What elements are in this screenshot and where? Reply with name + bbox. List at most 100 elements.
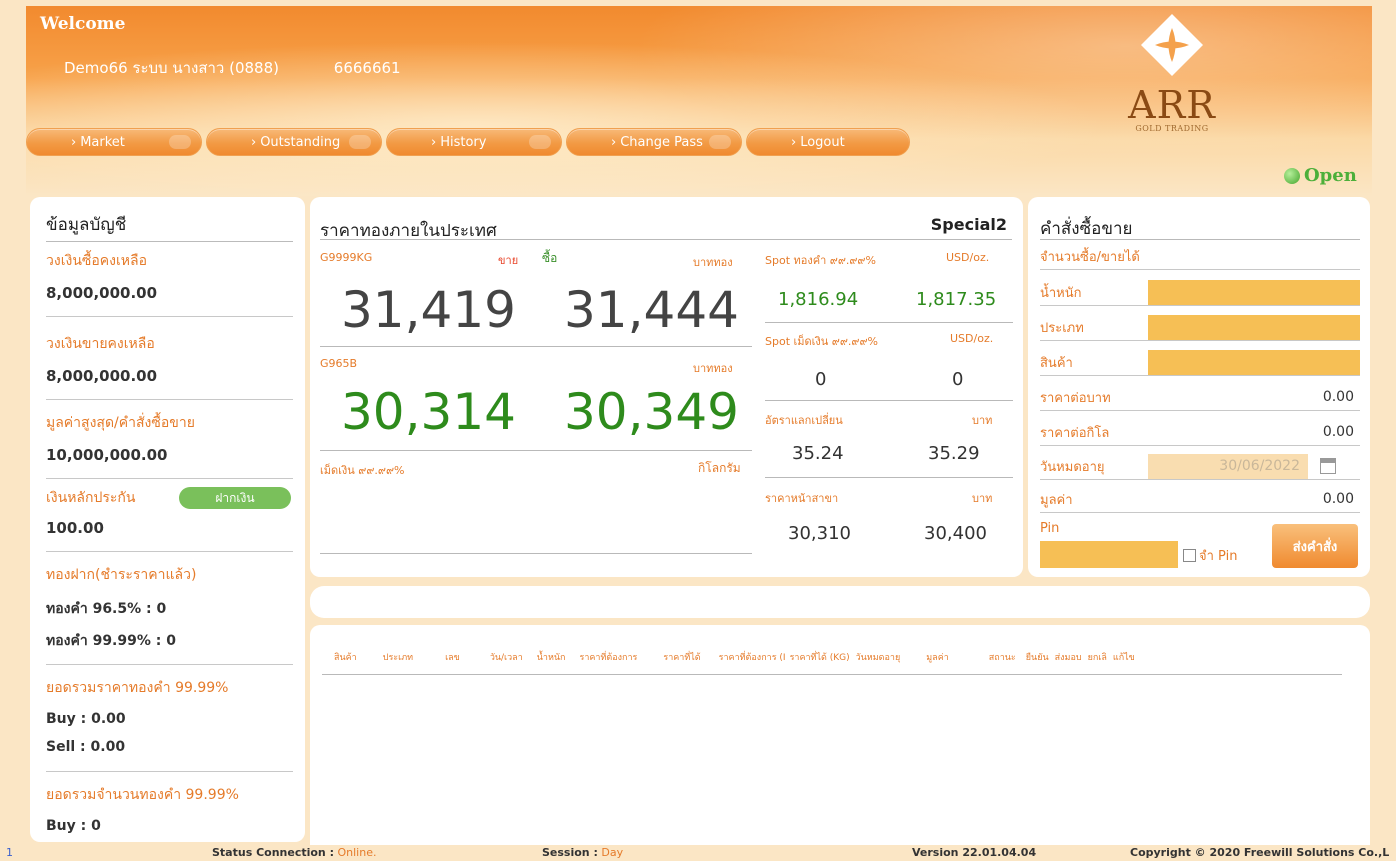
session-label: Session : <box>542 846 598 859</box>
collateral-label: เงินหลักประกัน <box>46 490 136 506</box>
copyright-value: Copyright © 2020 Freewill Solutions Co.,… <box>1130 846 1390 859</box>
unit-baht-gold: บาททอง <box>693 256 733 269</box>
g965-label: G965B <box>320 357 358 370</box>
col-desired-price: ราคาที่ต้องการ <box>579 652 638 663</box>
nav-change-pass-label: Change Pass <box>620 134 703 150</box>
nav-decoration <box>169 135 191 149</box>
price-per-baht-value: 0.00 <box>1322 389 1354 405</box>
buy-limit-value: 8,000,000.00 <box>46 284 293 317</box>
col-value: มูลค่า <box>926 652 949 663</box>
buy-limit-label: วงเงินซื้อคงเหลือ <box>46 253 148 269</box>
price-per-baht-row: ราคาต่อบาท 0.00 <box>1040 384 1360 411</box>
remember-pin-checkbox[interactable] <box>1183 549 1196 562</box>
max-order-value: 10,000,000.00 <box>46 446 293 479</box>
user-info: Demo66 ระบบ นางสาว (0888) 6666661 <box>64 56 401 80</box>
expiry-date-input[interactable]: 30/06/2022 <box>1148 453 1308 479</box>
remember-pin[interactable]: จำ Pin <box>1183 545 1237 566</box>
branch-bid: 30,310 <box>788 523 851 544</box>
expiry-label: วันหมดอายุ <box>1040 459 1105 475</box>
gold-9999-balance: ทองคำ 99.99% : 0 <box>46 630 293 665</box>
main-nav: › Market › Outstanding › History › Chang… <box>26 128 914 156</box>
deposit-button[interactable]: ฝากเงิน <box>179 487 291 509</box>
nav-outstanding-label: Outstanding <box>260 134 341 150</box>
col-cancel: ยกเลิ <box>1087 652 1107 663</box>
remember-pin-label: จำ Pin <box>1199 549 1238 564</box>
send-order-button[interactable]: ส่งคำสั่ง <box>1272 524 1358 568</box>
header-banner: Welcome Demo66 ระบบ นางสาว (0888) 666666… <box>26 6 1372 196</box>
product-row: สินค้า <box>1040 349 1360 376</box>
sell-limit-label: วงเงินขายคงเหลือ <box>46 336 155 352</box>
gold-965-balance: ทองคำ 96.5% : 0 <box>46 601 167 617</box>
pin-input[interactable] <box>1040 541 1178 568</box>
baht-label: บาท <box>972 414 993 427</box>
g9999-buy-price: 31,444 <box>564 281 739 339</box>
col-matched-price-kg: ราคาที่ได้ (KG) <box>789 652 850 663</box>
nav-outstanding-button[interactable]: › Outstanding <box>206 128 382 156</box>
account-panel: ข้อมูลบัญชี วงเงินซื้อคงเหลือ 8,000,000.… <box>30 197 305 842</box>
sell-limit-value: 8,000,000.00 <box>46 367 293 400</box>
divider <box>320 553 752 554</box>
col-expiry: วันหมดอายุ <box>855 652 901 663</box>
price-per-baht-label: ราคาต่อบาท <box>1040 390 1111 406</box>
g9999-sell-price: 31,419 <box>341 281 516 339</box>
diamond-logo-icon <box>1141 14 1203 76</box>
value-label: มูลค่า <box>1040 492 1073 508</box>
g965-buy-price: 30,349 <box>564 383 739 441</box>
connection-status: Status Connection : Online. <box>212 846 376 859</box>
fx-label: อัตราแลกเปลี่ยน <box>765 414 843 427</box>
col-type: ประเภท <box>382 652 414 663</box>
col-datetime: วัน/เวลา <box>489 652 523 663</box>
weight-input[interactable] <box>1148 279 1360 305</box>
session-value: Day <box>601 846 624 859</box>
nav-history-button[interactable]: › History <box>386 128 562 156</box>
calendar-icon[interactable] <box>1320 458 1336 474</box>
fx-bid: 35.24 <box>792 443 844 464</box>
special-label: Special2 <box>930 215 1007 234</box>
collateral-row: เงินหลักประกัน ฝากเงิน <box>46 487 293 509</box>
col-deliver: ส่งมอบ <box>1054 652 1082 663</box>
value-row: มูลค่า 0.00 <box>1040 486 1360 513</box>
col-desired-price-kg: ราคาที่ต้องการ (I <box>718 652 786 663</box>
nav-market-button[interactable]: › Market <box>26 128 202 156</box>
g9999-label: G9999KG <box>320 251 373 264</box>
copyright-text: Copyright © 2020 Freewill Solutions Co.,… <box>1130 846 1389 859</box>
order-panel-title: คำสั่งซื้อขาย <box>1040 219 1133 239</box>
chevron-right-icon: › <box>791 134 797 150</box>
divider <box>320 346 752 347</box>
usd-oz-label-2: USD/oz. <box>950 332 994 345</box>
type-select[interactable] <box>1148 314 1360 340</box>
nav-decoration <box>709 135 731 149</box>
market-status-text: Open <box>1304 165 1357 186</box>
page-marker: 1 <box>6 846 13 859</box>
divider <box>1040 239 1360 240</box>
pin-label: Pin <box>1040 521 1060 536</box>
total-price-label: ยอดรวมราคาทองคำ 99.99% <box>46 680 229 696</box>
g965-unit: บาททอง <box>693 362 733 375</box>
sell-label: ขาย <box>498 254 519 267</box>
chevron-right-icon: › <box>251 134 257 150</box>
grain-silver-label: เม็ดเงิน ๙๙.๙๙% <box>320 464 405 477</box>
message-bar <box>310 586 1370 618</box>
domestic-price-panel: ราคาทองภายในประเทศ Special2 G9999KG ขาย … <box>310 197 1023 577</box>
order-value: 0.00 <box>1322 491 1354 507</box>
nav-logout-button[interactable]: › Logout <box>746 128 910 156</box>
baht-label-2: บาท <box>972 492 993 505</box>
account-number: 6666661 <box>333 59 401 77</box>
nav-change-pass-button[interactable]: › Change Pass <box>566 128 742 156</box>
product-select[interactable] <box>1148 349 1360 375</box>
collateral-value: 100.00 <box>46 519 293 552</box>
deposit-gold-label: ทองฝาก(ชำระราคาแล้ว) <box>46 567 197 583</box>
qty-row: จำนวนซื้อ/ขายได้ <box>1040 243 1360 270</box>
total-buy-value: Buy : 0.00 <box>46 711 126 727</box>
branch-price-label: ราคาหน้าสาขา <box>765 492 839 505</box>
col-edit: แก้ไข <box>1112 652 1135 663</box>
nav-decoration <box>349 135 371 149</box>
fx-ask: 35.29 <box>928 443 980 464</box>
col-number: เลข <box>445 652 460 663</box>
qty-buy-value: Buy : 0 <box>46 818 101 834</box>
max-order-label: มูลค่าสูงสุด/คำสั่งซื้อขาย <box>46 415 195 431</box>
g965-sell-price: 30,314 <box>341 383 516 441</box>
connection-value: Online. <box>337 846 377 859</box>
weight-row: น้ำหนัก <box>1040 279 1360 306</box>
version-value: Version 22.01.04.04 <box>912 846 1037 859</box>
